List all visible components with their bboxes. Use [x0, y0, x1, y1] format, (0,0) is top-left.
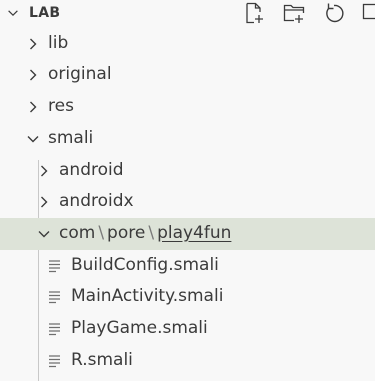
tree-item-label: original: [48, 64, 112, 84]
chevron-down-icon: [27, 136, 39, 143]
tree-item-label: BuildConfig.smali: [71, 255, 219, 275]
tree-item-com-pore-play4fun[interactable]: com \ pore \ play4fun: [0, 218, 375, 250]
tree-item-buildconfig-smali[interactable]: BuildConfig.smali: [0, 250, 375, 282]
path-segment-play4fun[interactable]: play4fun: [157, 223, 231, 243]
tree-item-label: MainActivity.smali: [71, 286, 224, 306]
chevron-right-icon: [41, 165, 48, 177]
collapse-all-icon[interactable]: [360, 1, 375, 25]
compact-folder-path: com \ pore \ play4fun: [59, 223, 231, 243]
path-segment-pore[interactable]: pore: [107, 223, 145, 243]
tree-item-androidx[interactable]: androidx: [0, 186, 375, 218]
file-lines-icon: [49, 355, 60, 368]
new-file-icon[interactable]: [242, 1, 266, 25]
tree-item-smali[interactable]: smali: [0, 123, 375, 155]
chevron-down-icon: [8, 10, 18, 17]
file-lines-icon: [49, 260, 60, 273]
path-segment-com[interactable]: com: [59, 223, 95, 243]
tree-item-r-smali[interactable]: R.smali: [0, 345, 375, 377]
tree-item-label: PlayGame.smali: [71, 318, 208, 338]
chevron-right-icon: [30, 38, 37, 50]
chevron-down-icon: [38, 231, 50, 238]
chevron-right-icon: [30, 101, 37, 113]
tree-item-label: androidx: [59, 191, 134, 211]
chevron-right-icon: [30, 69, 37, 81]
tree-item-mainactivity-smali[interactable]: MainActivity.smali: [0, 281, 375, 313]
chevron-right-icon: [41, 196, 48, 208]
tree-item-label: res: [48, 96, 74, 116]
tree-item-label: lib: [48, 33, 69, 53]
file-lines-icon: [49, 323, 60, 336]
tree-item-android[interactable]: android: [0, 155, 375, 187]
refresh-icon[interactable]: [322, 1, 346, 25]
tree-item-res[interactable]: res: [0, 91, 375, 123]
file-lines-icon: [49, 291, 60, 304]
explorer-section-header[interactable]: LAB: [0, 0, 375, 28]
tree-item-original[interactable]: original: [0, 59, 375, 91]
path-separator: \: [98, 223, 105, 243]
path-separator: \: [148, 223, 155, 243]
tree-item-label: R.smali: [71, 350, 133, 370]
tree-item-label: android: [59, 160, 124, 180]
tree-item-label: smali: [48, 128, 94, 148]
tree-item-lib[interactable]: lib: [0, 28, 375, 60]
section-title: LAB: [29, 5, 61, 21]
new-folder-icon[interactable]: [282, 1, 306, 25]
tree-item-playgame-smali[interactable]: PlayGame.smali: [0, 313, 375, 345]
